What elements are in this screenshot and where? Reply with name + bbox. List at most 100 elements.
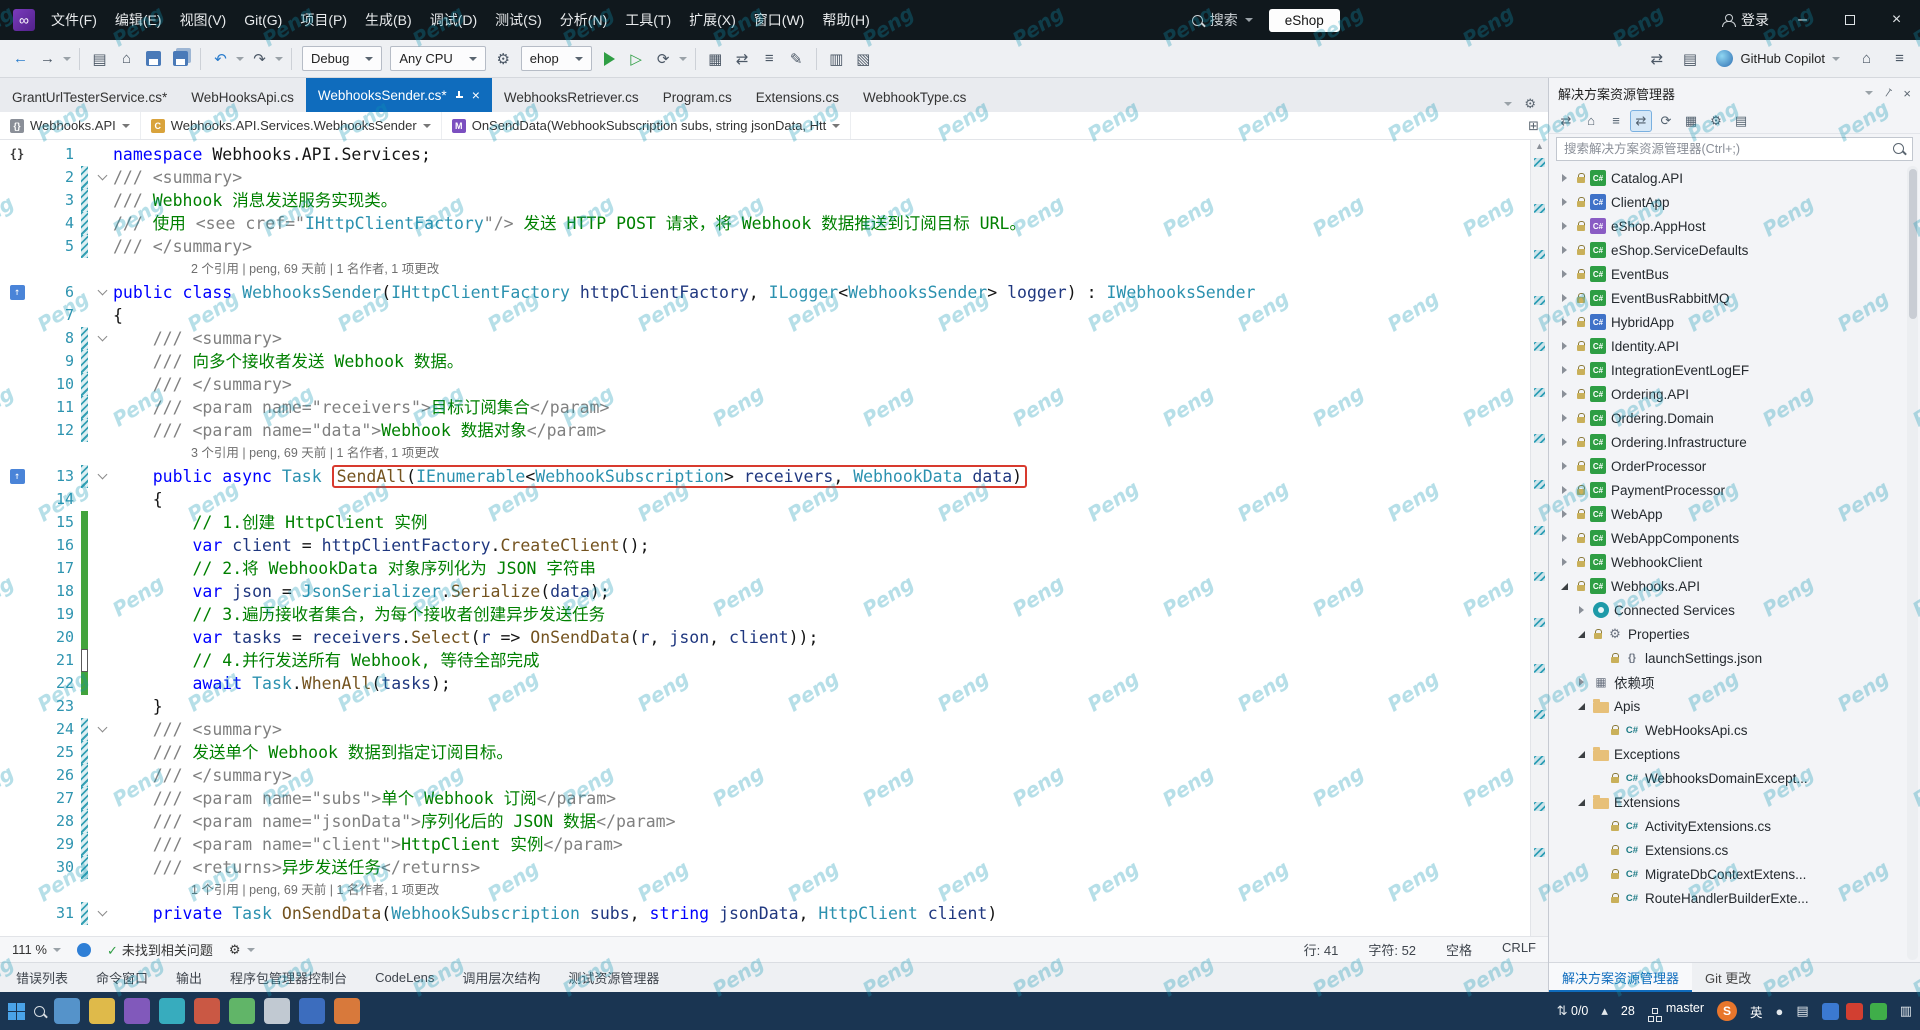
breadcrumb-segment-class[interactable]: C Webhooks.API.Services.WebhooksSender	[141, 112, 442, 139]
switch-views-icon[interactable]: ⇄	[1555, 110, 1577, 132]
solution-platform-dropdown[interactable]: Any CPU	[390, 46, 486, 71]
tree-item-exceptions[interactable]: Exceptions	[1549, 742, 1920, 766]
tree-item-ordering-domain[interactable]: C# Ordering.Domain	[1549, 406, 1920, 430]
chevron-collapsed-icon[interactable]	[1557, 555, 1571, 569]
tray-icon-2[interactable]	[1869, 1002, 1887, 1020]
hot-reload-chevron-icon[interactable]	[678, 46, 688, 71]
tree-item-migratedbcontextextens-[interactable]: C# MigrateDbContextExtens...	[1549, 862, 1920, 886]
tree-item-activityextensions-cs[interactable]: C# ActivityExtensions.cs	[1549, 814, 1920, 838]
tree-item-clientapp[interactable]: C# ClientApp	[1549, 190, 1920, 214]
hot-reload-icon[interactable]: ⟳	[651, 46, 676, 71]
tree-item-routehandlerbuilderexte-[interactable]: C# RouteHandlerBuilderExte...	[1549, 886, 1920, 910]
taskbar-app-icon-3[interactable]	[159, 998, 185, 1024]
startup-project-dropdown[interactable]: ehop	[520, 46, 592, 71]
inheritance-glyph-icon[interactable]: ↑	[9, 469, 25, 484]
feedback-icon[interactable]: ▤	[1677, 46, 1702, 71]
codelens-text[interactable]: 3 个引用 | peng, 69 天前 | 1 名作者, 1 项更改	[113, 442, 1530, 465]
navigate-back-icon[interactable]: ←	[8, 46, 33, 71]
tree-scrollbar[interactable]	[1907, 166, 1918, 960]
home-icon[interactable]: ⌂	[1580, 110, 1602, 132]
menu-item-2[interactable]: 视图(V)	[171, 0, 236, 40]
network-icon[interactable]: ▤	[1796, 1003, 1808, 1019]
menu-item-10[interactable]: 扩展(X)	[680, 0, 745, 40]
save-all-icon[interactable]	[168, 46, 193, 71]
menu-item-7[interactable]: 测试(S)	[486, 0, 551, 40]
bookmark-icon[interactable]: ▥	[824, 46, 849, 71]
chevron-expanded-icon[interactable]	[1574, 747, 1588, 761]
tree-item-integrationeventlogef[interactable]: C# IntegrationEventLogEF	[1549, 358, 1920, 382]
tree-item-launchsettings-json[interactable]: {} launchSettings.json	[1549, 646, 1920, 670]
git-branch-indicator[interactable]: master	[1647, 1001, 1704, 1022]
solution-name-badge[interactable]: eShop	[1268, 8, 1340, 32]
tree-item-hybridapp[interactable]: C# HybridApp	[1549, 310, 1920, 334]
menu-item-6[interactable]: 调试(D)	[421, 0, 486, 40]
health-indicator[interactable]: ✓ 未找到相关问题	[107, 940, 213, 959]
panel-menu-chevron-icon[interactable]	[1865, 91, 1874, 95]
github-copilot-button[interactable]: GitHub Copilot	[1710, 50, 1846, 67]
menu-item-1[interactable]: 编辑(E)	[106, 0, 171, 40]
chevron-collapsed-icon[interactable]	[1557, 363, 1571, 377]
panel-tab-调用层次结构[interactable]: 调用层次结构	[462, 968, 540, 987]
pin-icon[interactable]: ⊺	[1882, 85, 1895, 100]
ime-indicator[interactable]: 英	[1750, 1002, 1763, 1021]
tree-item-webhooksdomainexcept-[interactable]: C# WebhooksDomainExcept...	[1549, 766, 1920, 790]
tool-tab-Git 更改[interactable]: Git 更改	[1692, 963, 1764, 992]
chevron-expanded-icon[interactable]	[1574, 699, 1588, 713]
tray-icon-0[interactable]	[1821, 1002, 1839, 1020]
taskbar-search-icon[interactable]	[34, 1005, 45, 1017]
fold-icon[interactable]	[97, 906, 107, 917]
hidden-icons-chevron-icon[interactable]: ▴	[1601, 1003, 1608, 1019]
tab-extensions-cs[interactable]: Extensions.cs	[744, 82, 851, 112]
tree-item-ordering-api[interactable]: C# Ordering.API	[1549, 382, 1920, 406]
chevron-collapsed-icon[interactable]	[1557, 387, 1571, 401]
chevron-expanded-icon[interactable]	[1574, 627, 1588, 641]
tool-tab-解决方案资源管理器[interactable]: 解决方案资源管理器	[1549, 963, 1693, 992]
menu-item-4[interactable]: 项目(P)	[291, 0, 356, 40]
tab-program-cs[interactable]: Program.cs	[651, 82, 744, 112]
taskbar-app-icon-6[interactable]	[264, 998, 290, 1024]
tree-item-paymentprocessor[interactable]: C# PaymentProcessor	[1549, 478, 1920, 502]
taskbar-app-icon-1[interactable]	[89, 998, 115, 1024]
tab-webhooktype-cs[interactable]: WebhookType.cs	[851, 82, 978, 112]
tab-webhookssender-cs-[interactable]: WebhooksSender.cs* ×	[305, 78, 492, 112]
step-commands-icon[interactable]: ⇄	[730, 46, 755, 71]
tab-granturltesterservice-cs-[interactable]: GrantUrlTesterService.cs*	[0, 82, 179, 112]
comment-icon[interactable]: ▧	[851, 46, 876, 71]
fold-icon[interactable]	[97, 469, 107, 480]
volume-icon[interactable]: ●	[1776, 1004, 1784, 1019]
collapse-all-icon[interactable]: ≡	[1605, 110, 1627, 132]
show-all-files-icon[interactable]: ▦	[1680, 110, 1702, 132]
tree-item-webhooks-api[interactable]: C# Webhooks.API	[1549, 574, 1920, 598]
fold-icon[interactable]	[97, 285, 107, 296]
chevron-collapsed-icon[interactable]	[1557, 291, 1571, 305]
tree-item-catalog-api[interactable]: C# Catalog.API	[1549, 166, 1920, 190]
chevron-collapsed-icon[interactable]	[1557, 459, 1571, 473]
sync-with-active-document-icon[interactable]: ⇄	[1630, 109, 1652, 132]
tree-item-webapp[interactable]: C# WebApp	[1549, 502, 1920, 526]
open-file-icon[interactable]: ⌂	[114, 46, 139, 71]
chevron-collapsed-icon[interactable]	[1557, 339, 1571, 353]
chevron-collapsed-icon[interactable]	[1557, 195, 1571, 209]
break-all-icon[interactable]: ▦	[703, 46, 728, 71]
minimize-button[interactable]: –	[1779, 0, 1826, 40]
more-options-icon[interactable]: ≡	[1887, 46, 1912, 71]
tree-item-eventbus[interactable]: C# EventBus	[1549, 262, 1920, 286]
fold-icon[interactable]	[97, 170, 107, 181]
taskbar-app-icon-5[interactable]	[229, 998, 255, 1024]
tree-item-connected-services[interactable]: Connected Services	[1549, 598, 1920, 622]
menu-item-12[interactable]: 帮助(H)	[813, 0, 878, 40]
breadcrumb-segment-method[interactable]: M OnSendData(WebhookSubscription subs, st…	[442, 112, 852, 139]
panel-tab-错误列表[interactable]: 错误列表	[16, 968, 68, 987]
chevron-collapsed-icon[interactable]	[1557, 435, 1571, 449]
undo-icon[interactable]: ↶	[208, 46, 233, 71]
tree-item-extensions-cs[interactable]: C# Extensions.cs	[1549, 838, 1920, 862]
code-editor[interactable]: {} 1 namespace Webhooks.API.Services; 2/// …	[0, 140, 1548, 936]
search-icon[interactable]	[1893, 143, 1904, 154]
chevron-collapsed-icon[interactable]	[1574, 675, 1588, 689]
panel-tab-输出[interactable]: 输出	[176, 968, 202, 987]
tray-icon-1[interactable]	[1845, 1002, 1863, 1020]
tree-item-依赖项[interactable]: ▦ 依赖项	[1549, 670, 1920, 694]
menu-item-5[interactable]: 生成(B)	[356, 0, 421, 40]
taskbar-app-icon-8[interactable]	[334, 998, 360, 1024]
undo-history-chevron-icon[interactable]	[235, 46, 245, 71]
